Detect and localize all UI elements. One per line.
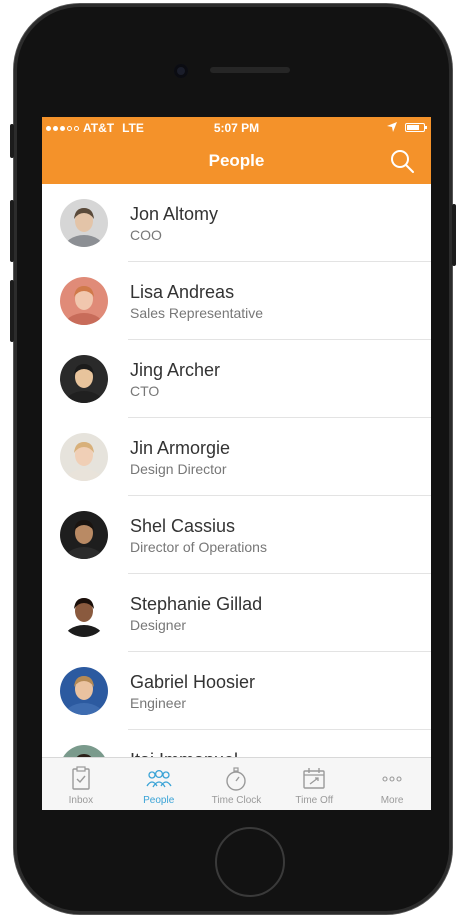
avatar [60,199,108,247]
stopwatch-icon [226,767,247,791]
people-list: Jon Altomy COO Lisa Andreas Sales Represent… [42,184,431,757]
people-icon [146,769,172,788]
volume-down-button [10,280,14,342]
tab-time-clock[interactable]: Time Clock [198,758,276,810]
more-dots-icon [382,776,402,782]
person-title: CTO [130,383,160,399]
volume-up-button [10,200,14,262]
tab-inbox[interactable]: Inbox [42,758,120,810]
avatar [60,589,108,637]
person-row[interactable]: Jon Altomy COO [42,184,431,262]
avatar [60,745,108,757]
tab-bar: Inbox People Time Clock Time Off More [42,757,431,810]
person-name: Lisa Andreas [130,282,235,302]
avatar [60,667,108,715]
person-name: Jing Archer [130,360,221,380]
tab-time-off[interactable]: Time Off [275,758,353,810]
person-title: Design Director [130,461,227,477]
person-row[interactable]: Gabriel Hoosier Engineer [42,652,431,730]
person-title: Designer [130,617,187,633]
tab-time-off-label: Time Off [295,795,334,806]
person-name: Itai Immanuel [130,750,238,757]
power-button [452,204,456,266]
avatar [60,511,108,559]
tab-time-clock-label: Time Clock [211,795,262,806]
tab-more-label: More [380,795,404,806]
earpiece-speaker [210,67,290,73]
avatar [60,277,108,325]
home-button[interactable] [215,827,285,897]
status-time: 5:07 PM [213,121,260,135]
location-arrow-icon [387,122,397,132]
avatar [60,433,108,481]
app-screen: AT&T LTE 5:07 PM People Jon Altomy COO Lis… [42,117,431,810]
search-icon[interactable] [389,148,415,174]
calendar-plane-icon [303,768,325,789]
person-name: Stephanie Gillad [130,594,263,614]
inbox-icon [72,766,90,790]
avatar [60,355,108,403]
battery-icon [405,122,427,132]
person-title: COO [130,227,162,243]
person-title: Sales Representative [130,305,264,321]
person-row[interactable]: Stephanie Gillad Designer [42,574,431,652]
person-name: Jin Armorgie [130,438,231,458]
tab-more[interactable]: More [353,758,431,810]
mute-switch [10,124,14,158]
person-title: Director of Operations [130,539,267,555]
tab-inbox-label: Inbox [68,795,94,806]
person-row[interactable]: Lisa Andreas Sales Representative [42,262,431,340]
person-name: Jon Altomy [130,204,219,224]
person-row[interactable]: Shel Cassius Director of Operations [42,496,431,574]
page-title: People [208,151,265,170]
front-camera [174,64,188,78]
person-name: Gabriel Hoosier [130,672,256,692]
header-bar: AT&T LTE 5:07 PM People [42,117,431,184]
person-row[interactable]: Itai Immanuel [42,730,431,757]
person-title: Engineer [130,695,187,711]
tab-people[interactable]: People [120,758,198,810]
status-bar: AT&T LTE 5:07 PM [42,121,431,137]
person-row[interactable]: Jing Archer CTO [42,340,431,418]
tab-people-label: People [143,795,175,806]
person-name: Shel Cassius [130,516,236,536]
person-row[interactable]: Jin Armorgie Design Director [42,418,431,496]
